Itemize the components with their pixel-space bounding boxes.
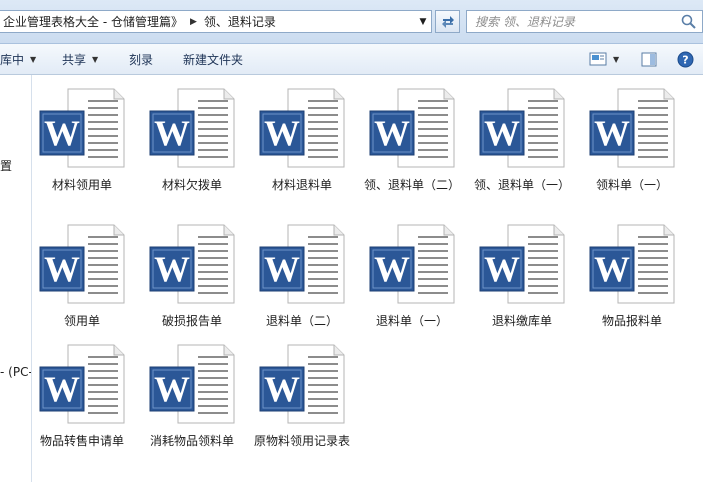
view-icon <box>589 52 607 66</box>
preview-pane-icon <box>641 52 657 66</box>
address-bar[interactable]: 企业管理表格大全 - 仓储管理篇》 ▶ 领、退料记录 ▼ <box>0 10 432 33</box>
file-name: 材料欠拨单 <box>161 178 222 192</box>
word-document-icon: W <box>258 343 346 425</box>
file-item[interactable]: W 退料单（一） <box>358 223 466 329</box>
svg-text:W: W <box>374 249 410 289</box>
svg-text:W: W <box>154 369 190 409</box>
file-name: 退料单（二） <box>265 314 338 328</box>
refresh-button[interactable] <box>435 10 460 33</box>
svg-text:?: ? <box>682 53 688 66</box>
word-document-icon: W <box>38 87 126 169</box>
svg-text:W: W <box>264 249 300 289</box>
word-document-icon: W <box>148 87 236 169</box>
file-item[interactable]: W 材料欠拨单 <box>138 87 246 193</box>
file-list: W 材料领用单 W 材料欠拨单 W 材料退料单 W 领、退料单（二） W 领、退料单（一） W 领料单… <box>32 75 703 482</box>
word-document-icon: W <box>38 343 126 425</box>
file-item[interactable]: W 退料缴库单 <box>468 223 576 329</box>
file-item[interactable]: W 破损报告单 <box>138 223 246 329</box>
file-name: 领料单（一） <box>595 178 668 192</box>
search-input[interactable] <box>467 11 677 32</box>
svg-text:W: W <box>264 113 300 153</box>
file-item[interactable]: W 领用单 <box>28 223 136 329</box>
address-bar-strip: 企业管理表格大全 - 仓储管理篇》 ▶ 领、退料记录 ▼ <box>0 0 703 44</box>
refresh-icon <box>441 15 454 28</box>
word-document-icon: W <box>258 87 346 169</box>
include-in-library-label: 库中 <box>0 52 25 67</box>
file-name: 消耗物品领料单 <box>149 434 234 448</box>
share-label: 共享 <box>62 52 87 67</box>
word-document-icon: W <box>258 223 346 305</box>
file-item[interactable]: W 材料领用单 <box>28 87 136 193</box>
breadcrumb-parent[interactable]: 企业管理表格大全 - 仓储管理篇》 <box>0 13 187 30</box>
svg-text:W: W <box>44 113 80 153</box>
nav-item-label: - <box>0 365 5 379</box>
svg-text:W: W <box>154 249 190 289</box>
svg-text:W: W <box>44 249 80 289</box>
file-item[interactable]: W 原物料领用记录表 <box>248 343 356 449</box>
word-document-icon: W <box>368 223 456 305</box>
word-document-icon: W <box>478 87 566 169</box>
file-item[interactable]: W 物品转售申请单 <box>28 343 136 449</box>
word-document-icon: W <box>148 343 236 425</box>
svg-text:W: W <box>594 249 630 289</box>
burn-button[interactable]: 刻录 <box>129 44 153 74</box>
file-name: 破损报告单 <box>161 314 222 328</box>
file-item[interactable]: W 领、退料单（一） <box>468 87 576 193</box>
svg-text:W: W <box>374 113 410 153</box>
preview-pane-button[interactable] <box>641 44 657 74</box>
burn-label: 刻录 <box>129 52 154 67</box>
word-document-icon: W <box>148 223 236 305</box>
word-document-icon: W <box>38 223 126 305</box>
command-bar: 库中 ▼ 共享 ▼ 刻录 新建文件夹 ▼ ? <box>0 44 703 75</box>
breadcrumb-current[interactable]: 领、退料记录 <box>200 13 280 30</box>
word-document-icon: W <box>588 87 676 169</box>
file-name: 材料领用单 <box>51 178 112 192</box>
search-box[interactable] <box>466 10 703 33</box>
file-name: 原物料领用记录表 <box>253 434 350 448</box>
new-folder-label: 新建文件夹 <box>183 52 244 67</box>
include-in-library-button[interactable]: 库中 ▼ <box>0 44 36 74</box>
chevron-down-icon: ▼ <box>92 54 99 64</box>
share-button[interactable]: 共享 ▼ <box>62 44 98 74</box>
file-name: 领、退料单（一） <box>473 178 570 192</box>
file-name: 领用单 <box>63 314 100 328</box>
svg-text:W: W <box>154 113 190 153</box>
file-name: 领、退料单（二） <box>363 178 460 192</box>
new-folder-button[interactable]: 新建文件夹 <box>183 44 243 74</box>
file-item[interactable]: W 退料单（二） <box>248 223 356 329</box>
svg-text:W: W <box>594 113 630 153</box>
file-name: 退料缴库单 <box>491 314 552 328</box>
file-item[interactable]: W 领料单（一） <box>578 87 686 193</box>
file-item[interactable]: W 物品报料单 <box>578 223 686 329</box>
word-document-icon: W <box>588 223 676 305</box>
file-item[interactable]: W 材料退料单 <box>248 87 356 193</box>
address-dropdown-icon[interactable]: ▼ <box>415 11 431 32</box>
breadcrumb-separator-icon[interactable]: ▶ <box>187 17 200 27</box>
file-item[interactable]: W 领、退料单（二） <box>358 87 466 193</box>
file-name: 材料退料单 <box>271 178 332 192</box>
svg-text:W: W <box>484 113 520 153</box>
file-name: 物品报料单 <box>601 314 662 328</box>
file-item[interactable]: W 消耗物品领料单 <box>138 343 246 449</box>
help-icon: ? <box>677 51 694 67</box>
search-icon[interactable] <box>681 14 696 32</box>
file-name: 退料单（一） <box>375 314 448 328</box>
file-name: 物品转售申请单 <box>39 434 124 448</box>
change-view-button[interactable]: ▼ <box>589 44 619 74</box>
chevron-down-icon: ▼ <box>30 54 37 64</box>
word-document-icon: W <box>478 223 566 305</box>
word-document-icon: W <box>368 87 456 169</box>
nav-item-partial[interactable]: 置 <box>0 157 12 174</box>
help-button[interactable]: ? <box>677 44 694 74</box>
svg-text:W: W <box>44 369 80 409</box>
svg-text:W: W <box>484 249 520 289</box>
chevron-down-icon: ▼ <box>613 54 620 64</box>
svg-text:W: W <box>264 369 300 409</box>
